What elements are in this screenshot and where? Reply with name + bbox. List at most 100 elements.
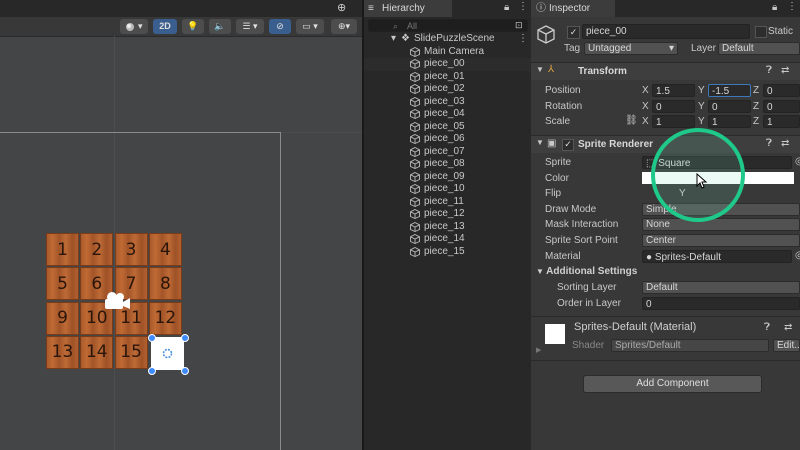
material-field[interactable]: ● Sprites-Default [642,250,792,263]
puzzle-tile[interactable]: 4 [148,233,182,266]
object-name-field[interactable]: piece_00 [582,24,750,39]
add-component-button[interactable]: Add Component [583,375,762,393]
lighting-button[interactable]: 💡 [182,19,204,34]
help-icon[interactable]: ❓︎ [766,138,772,149]
active-checkbox[interactable]: ✓ [567,26,580,39]
search-input[interactable]: ⌕ All [368,19,528,32]
shader-dropdown[interactable]: Sprites/Default [611,339,769,352]
lock-icon[interactable]: 🔒︎ [504,2,509,13]
puzzle-tile[interactable]: 5 [46,267,79,301]
puzzle-tile[interactable]: 3 [114,233,148,266]
hierarchy-item-label: piece_13 [424,220,465,232]
more-options-icon[interactable]: ⋮ [787,1,797,12]
hierarchy-item[interactable]: Main Camera [364,46,531,59]
lock-icon[interactable]: 🔒︎ [772,2,777,13]
hierarchy-item[interactable]: piece_06 [364,133,531,146]
position-z-field[interactable]: 0 [763,84,800,97]
layer-dropdown[interactable]: Default [718,42,800,55]
fold-arrow-icon[interactable]: ▼ [536,138,544,147]
hierarchy-item[interactable]: piece_13 [364,221,531,234]
2d-mode-button[interactable]: 2D [153,19,177,34]
constrain-proportions-icon[interactable]: ⛓︎ [625,115,638,126]
hierarchy-item[interactable]: piece_04 [364,108,531,121]
sorting-layer-dropdown[interactable]: Default [642,281,800,294]
puzzle-tile[interactable]: 1 [46,233,79,266]
edit-shader-button[interactable]: Edit... [773,339,800,352]
puzzle-tile[interactable]: 2 [80,233,114,266]
fold-arrow-icon: ▼ [536,267,547,276]
preset-icon[interactable]: ⇄ [784,322,792,333]
scene-visibility-button[interactable]: ⊘ [269,19,291,34]
gizmos-button[interactable]: ⊕▾ [331,19,357,34]
sort-point-dropdown[interactable]: Center [642,234,800,247]
camera-gizmo-icon[interactable] [101,291,131,311]
hierarchy-item[interactable]: piece_05 [364,121,531,134]
hierarchy-item[interactable]: piece_03 [364,96,531,109]
rotation-z-field[interactable]: 0 [763,100,800,113]
tool-overflow-icon[interactable]: ⊕ [337,1,346,14]
help-icon[interactable]: ❓︎ [766,65,772,76]
scale-z-field[interactable]: 1 [763,115,800,128]
hierarchy-item-label: piece_11 [424,195,464,207]
hierarchy-item[interactable]: piece_09 [364,171,531,184]
tag-value: Untagged [588,43,632,54]
static-checkbox[interactable] [755,26,767,38]
puzzle-tile[interactable]: 8 [148,267,182,301]
rect-handle[interactable] [181,334,189,342]
transform-header[interactable]: ▼ ⅄ Transform ❓︎ ⇄ [531,62,800,80]
more-options-icon[interactable]: ⋮ [518,33,528,46]
help-icon[interactable]: ❓︎ [764,322,770,333]
hierarchy-item[interactable]: piece_07 [364,146,531,159]
effects-button[interactable]: ☰ ▾ [236,19,264,34]
rect-handle[interactable] [148,367,156,375]
chevron-down-icon: ▾ [668,43,674,54]
fold-arrow-icon[interactable]: ▼ [536,65,544,74]
hierarchy-item[interactable]: piece_14 [364,233,531,246]
object-picker-icon[interactable]: ◎ [795,156,800,167]
fold-arrow-icon[interactable]: ▶ [536,346,541,354]
mask-interaction-label: Mask Interaction [545,219,619,230]
hierarchy-item[interactable]: piece_08 [364,158,531,171]
rotation-y-field[interactable]: 0 [708,100,751,113]
rotation-label: Rotation [545,101,583,112]
hierarchy-item[interactable]: piece_12 [364,208,531,221]
gameobject-cube-icon [410,71,420,82]
puzzle-tile[interactable]: 14 [80,335,114,369]
hierarchy-item-label: piece_05 [424,120,465,132]
hierarchy-item[interactable]: piece_11 [364,196,531,209]
object-picker-icon[interactable]: ◎ [795,250,800,261]
selected-piece[interactable] [151,337,184,370]
camera-settings-button[interactable]: ▭ ▾ [296,19,324,34]
scene-view[interactable]: ▾ 2D 💡 🔈 ☰ ▾ ⊘ ▭ ▾ ⊕▾ ⊕ 1 2 3 4 5 6 7 8 9 10 11 12 1… [0,0,362,450]
tab-inspector[interactable]: ⓘ Inspector [531,0,615,17]
additional-settings-foldout[interactable]: ▼ Additional Settings [536,266,637,277]
position-x-field[interactable]: 1.5 [652,84,695,97]
order-in-layer-field[interactable]: 0 [642,297,800,310]
expand-arrow-icon[interactable]: ▾ [391,33,396,46]
tag-dropdown[interactable]: Untagged ▾ [584,42,678,55]
puzzle-tile[interactable]: 9 [46,301,79,335]
hierarchy-item[interactable]: piece_00 [364,58,531,71]
hierarchy-item[interactable]: piece_02 [364,83,531,96]
sorting-layer-label: Sorting Layer [557,282,617,293]
puzzle-tile[interactable]: 13 [46,335,79,369]
audio-button[interactable]: 🔈 [209,19,231,34]
preset-icon[interactable]: ⇄ [781,138,789,149]
rotation-x-field[interactable]: 0 [652,100,695,113]
hierarchy-item[interactable]: piece_10 [364,183,531,196]
rect-handle[interactable] [181,367,189,375]
search-options-icon[interactable]: ⊡ [515,20,523,31]
rect-handle[interactable] [148,334,156,342]
hierarchy-item[interactable]: piece_01 [364,71,531,84]
tag-label: Tag [564,43,581,54]
puzzle-tile[interactable]: 12 [148,301,182,335]
sprite-renderer-enabled-checkbox[interactable]: ✓ [562,139,574,151]
hierarchy-item[interactable]: piece_15 [364,246,531,259]
preset-icon[interactable]: ⇄ [781,65,789,76]
position-y-field[interactable]: -1.5 [708,84,751,97]
more-options-icon[interactable]: ⋮ [518,1,528,12]
shading-mode-button[interactable]: ▾ [120,19,148,34]
tab-hierarchy[interactable]: ≡ Hierarchy [364,0,452,17]
puzzle-tile[interactable]: 15 [114,335,148,369]
scene-row[interactable]: ▾ ❖ SlidePuzzleScene ⋮ [364,33,531,46]
